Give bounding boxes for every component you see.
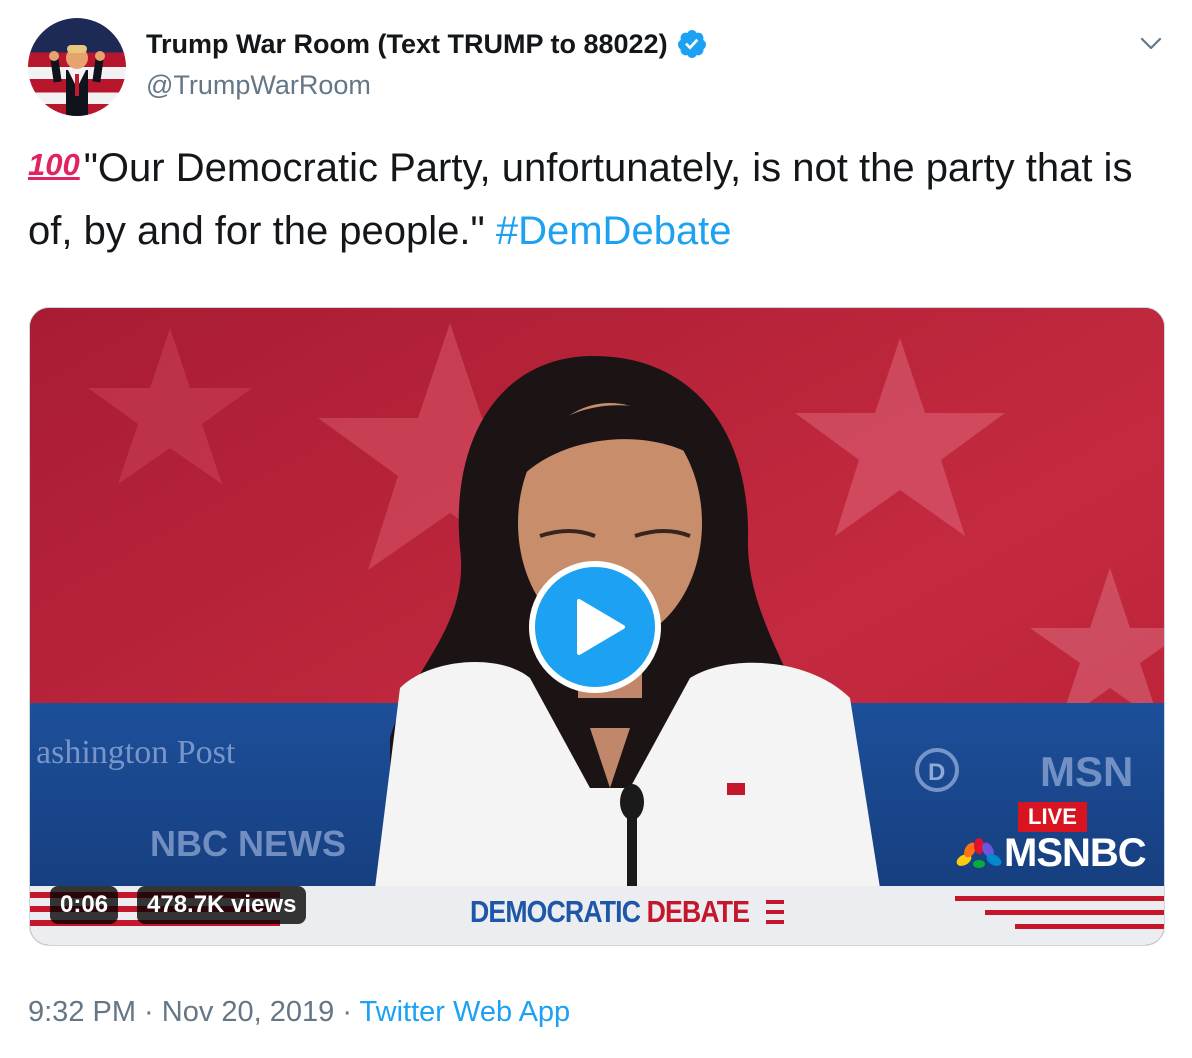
tweet-source-link[interactable]: Twitter Web App [360,996,571,1028]
tweet-date[interactable]: Nov 20, 2019 [162,996,335,1028]
live-badge: LIVE [1018,802,1087,832]
svg-text:MSN: MSN [1040,748,1133,795]
verified-badge-icon [677,30,706,58]
meta-separator-2: · [334,996,360,1028]
peacock-icon [956,838,1002,869]
chevron-down-icon[interactable] [1138,30,1164,56]
chyron-word-debate: DEBATE [646,894,750,929]
author-display-name[interactable]: Trump War Room (Text TRUMP to 88022) [146,29,668,60]
view-count: 478.7K views [137,886,307,924]
chyron-word-democratic: DEMOCRATIC [470,894,641,929]
video-player[interactable]: ashington Post NBC NEWS D MSN DEMOCRATIC… [29,307,1165,946]
meta-separator: · [136,996,162,1028]
author-handle[interactable]: @TrumpWarRoom [146,70,371,101]
video-duration: 0:06 [50,886,119,924]
tweet-meta: 9:32 PM · Nov 20, 2019 · Twitter Web App [28,996,570,1029]
svg-text:ashington Post: ashington Post [36,734,236,771]
hashtag-link[interactable]: #DemDebate [496,209,732,253]
tweet-time[interactable]: 9:32 PM [28,996,136,1028]
play-icon [577,599,625,655]
network-name: MSNBC [1004,831,1147,875]
svg-text:D: D [928,759,945,786]
svg-text:NBC NEWS: NBC NEWS [150,823,346,864]
network-logo: MSNBC [954,831,1147,876]
hundred-points-emoji-icon: 100 [28,147,80,182]
avatar[interactable] [28,18,126,116]
play-button[interactable] [529,561,661,693]
tweet-text: 100 "Our Democratic Party, unfortunately,… [28,138,1168,262]
avatar-figure [49,45,105,116]
author-display-name-row[interactable]: Trump War Room (Text TRUMP to 88022) [146,28,708,60]
debate-chyron: DEMOCRATIC DEBATE [470,894,750,930]
